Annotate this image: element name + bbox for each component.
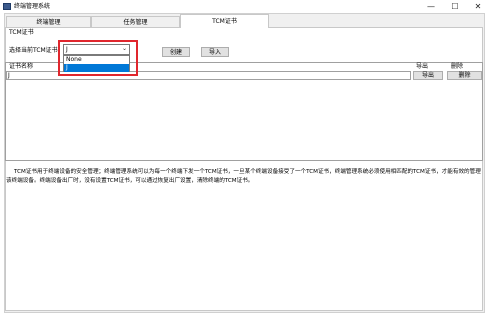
window-title: 终端管理系统 — [14, 3, 51, 10]
import-button[interactable]: 导入 — [201, 47, 229, 57]
create-button[interactable]: 创建 — [162, 47, 190, 57]
panel-title: TCM证书 — [9, 29, 34, 36]
column-header-cert-name: 证书名称 — [9, 63, 34, 70]
description-text: TCM证书用于终端设备的安全管理；终端管理系统可以为每一个终端下发一个TCM证书… — [6, 169, 481, 184]
app-icon — [3, 3, 11, 10]
title-bar — [0, 0, 489, 13]
highlight-annotation — [58, 40, 138, 76]
export-button[interactable]: 导出 — [413, 71, 443, 80]
tab-tcm-cert[interactable]: TCM证书 — [180, 14, 269, 28]
column-header-export: 导出 — [416, 63, 429, 70]
close-button[interactable]: ✕ — [467, 0, 489, 13]
cert-name-cell: J — [8, 72, 10, 79]
maximize-button[interactable]: ☐ — [444, 0, 466, 13]
delete-button[interactable]: 删除 — [447, 71, 482, 80]
minimize-button[interactable]: — — [420, 0, 442, 13]
select-cert-label: 选择当前TCM证书： — [9, 47, 64, 54]
column-header-delete: 删除 — [451, 63, 464, 70]
